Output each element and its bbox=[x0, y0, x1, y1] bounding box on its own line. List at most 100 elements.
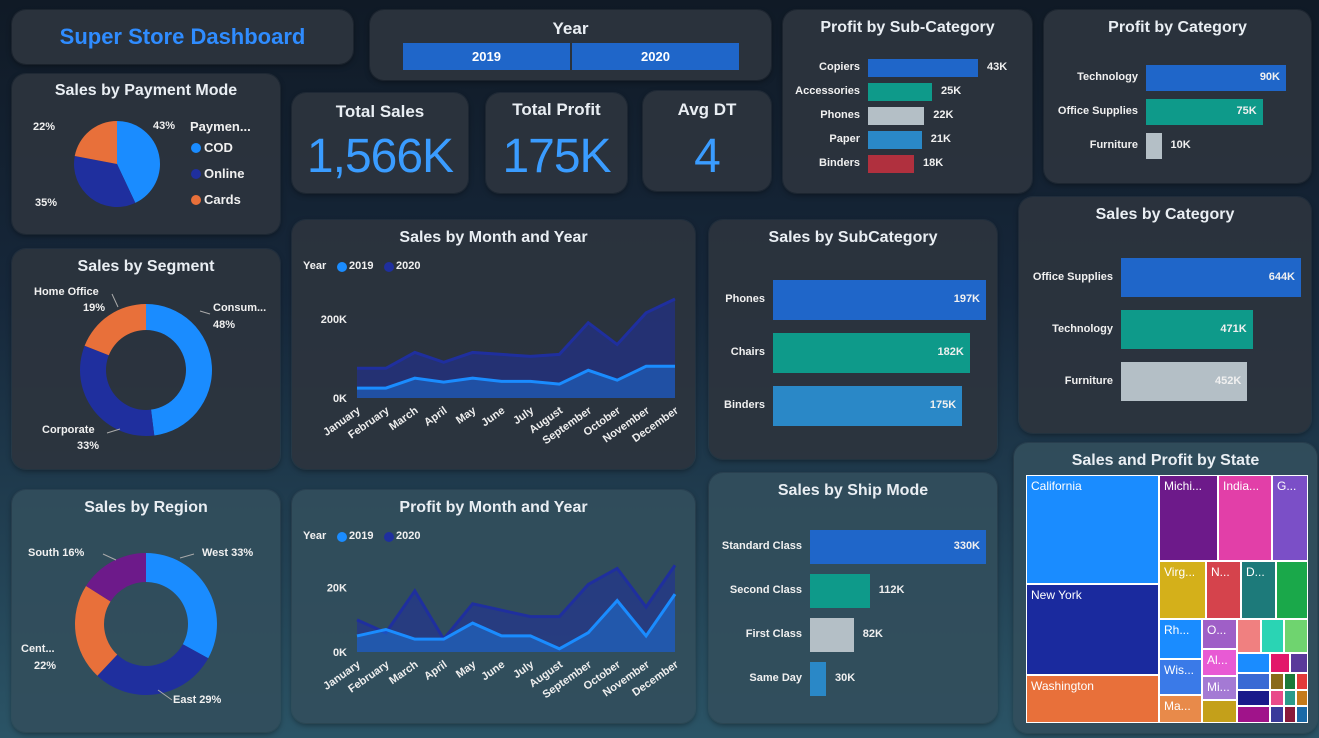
leader-line bbox=[111, 293, 119, 308]
bar-value-label: 25K bbox=[940, 85, 962, 97]
bar[interactable] bbox=[810, 618, 854, 652]
bar-value-label: 197K bbox=[953, 293, 980, 305]
state-tile-small[interactable] bbox=[1290, 653, 1308, 673]
bar-category-label: Same Day bbox=[749, 672, 802, 684]
region-label-west: West 33% bbox=[202, 547, 254, 559]
state-tile-georgia[interactable]: G... bbox=[1272, 475, 1308, 561]
state-map-title: Sales and Profit by State bbox=[1071, 452, 1260, 469]
bar-category-label: Binders bbox=[724, 399, 765, 411]
state-tile-virginia[interactable]: Virg... bbox=[1159, 561, 1206, 619]
kpi-total-sales: Total Sales 1,566K bbox=[292, 93, 468, 193]
state-tile-small[interactable] bbox=[1237, 706, 1270, 723]
state-tile-small[interactable] bbox=[1296, 690, 1308, 706]
state-tile-indiana[interactable]: India... bbox=[1218, 475, 1272, 561]
bar-value-label: 330K bbox=[953, 540, 980, 552]
bar-value-label: 43K bbox=[987, 61, 1008, 73]
dashboard-title: Super Store Dashboard bbox=[59, 24, 306, 49]
y-tick-label: 0K bbox=[333, 647, 347, 659]
pie-slice-corporate[interactable] bbox=[80, 345, 155, 436]
x-tick-label: May bbox=[454, 404, 479, 427]
state-tile-small[interactable] bbox=[1202, 700, 1237, 723]
region-label-central: Cent... bbox=[21, 643, 55, 655]
state-tile-alabama[interactable]: Al... bbox=[1202, 649, 1237, 676]
state-tile-small[interactable] bbox=[1270, 690, 1284, 706]
bar-value-label: 175K bbox=[929, 399, 957, 411]
payment-legend-online[interactable]: Online bbox=[204, 166, 244, 181]
state-tile-ohio[interactable]: O... bbox=[1202, 619, 1237, 649]
state-tile-green[interactable] bbox=[1276, 561, 1308, 619]
state-tile-small[interactable] bbox=[1296, 706, 1308, 723]
bar[interactable] bbox=[868, 59, 978, 77]
payment-legend-cod[interactable]: COD bbox=[204, 140, 233, 155]
profit-month-chart[interactable]: 20K0KJanuaryFebruaryMarch April May June Jul… bbox=[292, 490, 695, 723]
state-tile-small[interactable] bbox=[1296, 673, 1308, 690]
bar[interactable] bbox=[810, 662, 826, 696]
payment-mode-pie[interactable] bbox=[12, 74, 280, 234]
region-pct-central: 22% bbox=[34, 660, 57, 672]
kpi-avg-dt: Avg DT 4 bbox=[643, 91, 771, 191]
state-tile-small[interactable] bbox=[1284, 690, 1296, 706]
state-tile-small[interactable] bbox=[1237, 673, 1270, 690]
pie-slice-west[interactable] bbox=[146, 553, 217, 659]
bar[interactable] bbox=[810, 574, 870, 608]
state-tile-rhode-island[interactable]: Rh... bbox=[1159, 619, 1202, 659]
state-tile-small[interactable] bbox=[1270, 653, 1290, 673]
profit-category-title: Profit by Category bbox=[1108, 19, 1247, 36]
year-slicer-title: Year bbox=[552, 19, 589, 38]
leader-line bbox=[106, 428, 121, 434]
segment-pct-corporate: 33% bbox=[77, 440, 100, 452]
state-tile-massachusetts[interactable]: Ma... bbox=[1159, 695, 1202, 723]
bar-category-label: Phones bbox=[820, 109, 860, 121]
year-option-2019[interactable]: 2019 bbox=[403, 43, 570, 70]
bar-value-label: 644K bbox=[1268, 270, 1295, 283]
bar[interactable] bbox=[868, 131, 922, 149]
sales-subcat-title: Sales by SubCategory bbox=[768, 229, 938, 246]
kpi-value: 175K bbox=[502, 130, 611, 183]
bar-value-label: 112K bbox=[878, 584, 905, 596]
state-tile-small[interactable] bbox=[1270, 706, 1284, 723]
sales-month-card: Sales by Month and Year Year 2019 2020 2… bbox=[292, 220, 695, 469]
leader-line bbox=[179, 553, 195, 559]
state-tile-north-carolina[interactable]: N... bbox=[1206, 561, 1241, 619]
state-tile-delaware[interactable]: D... bbox=[1241, 561, 1276, 619]
state-tile-california[interactable]: California bbox=[1026, 475, 1159, 584]
state-tile-new-york[interactable]: New York bbox=[1026, 584, 1159, 675]
leader-line bbox=[199, 310, 211, 315]
y-tick-label: 200K bbox=[321, 314, 347, 326]
bar[interactable] bbox=[868, 83, 932, 101]
state-tile-small[interactable] bbox=[1284, 673, 1296, 690]
legend-dot-cards bbox=[191, 195, 201, 205]
state-tile-washington[interactable]: Washington bbox=[1026, 675, 1159, 723]
region-card: Sales by Region West 33% South 16% Cent.… bbox=[12, 490, 280, 732]
sales-subcat-card: Sales by SubCategory Phones 197K Chairs 182… bbox=[709, 220, 997, 459]
state-tile-wisconsin[interactable]: Wis... bbox=[1159, 659, 1202, 695]
segment-pct-home-office: 19% bbox=[83, 302, 106, 314]
kpi-label: Avg DT bbox=[677, 100, 737, 119]
year-option-2020[interactable]: 2020 bbox=[572, 43, 739, 70]
state-tile-mint[interactable] bbox=[1261, 619, 1284, 653]
bar[interactable] bbox=[868, 155, 915, 173]
bar[interactable] bbox=[1146, 133, 1162, 159]
bar-value-label: 18K bbox=[923, 157, 944, 169]
state-tile-minnesota[interactable]: Mi... bbox=[1202, 676, 1237, 700]
payment-legend-cards[interactable]: Cards bbox=[204, 192, 241, 207]
state-tile-lightgreen[interactable] bbox=[1284, 619, 1308, 653]
state-map-card: Sales and Profit by State California New… bbox=[1014, 443, 1317, 733]
state-tile-small[interactable] bbox=[1284, 706, 1296, 723]
state-tile-small[interactable] bbox=[1237, 653, 1270, 673]
sales-month-chart[interactable]: 200K0KJanuaryFebruaryMarch April May June Ju… bbox=[292, 220, 695, 469]
segment-donut[interactable] bbox=[12, 249, 280, 469]
segment-label-home-office: Home Office bbox=[34, 286, 99, 298]
bar-category-label: Technology bbox=[1077, 71, 1138, 83]
state-tile-pink[interactable] bbox=[1237, 619, 1261, 653]
pie-slice-consum-[interactable] bbox=[146, 304, 213, 436]
region-donut[interactable] bbox=[12, 490, 280, 732]
x-tick-label: April bbox=[422, 659, 449, 683]
state-tile-small[interactable] bbox=[1237, 690, 1270, 706]
bar[interactable] bbox=[868, 107, 925, 125]
state-tile-small[interactable] bbox=[1270, 673, 1284, 690]
kpi-value: 1,566K bbox=[306, 130, 454, 183]
sales-category-title: Sales by Category bbox=[1095, 206, 1235, 223]
state-tile-michigan[interactable]: Michi... bbox=[1159, 475, 1218, 561]
state-treemap[interactable]: California New York Washington Michi... … bbox=[1026, 475, 1308, 723]
